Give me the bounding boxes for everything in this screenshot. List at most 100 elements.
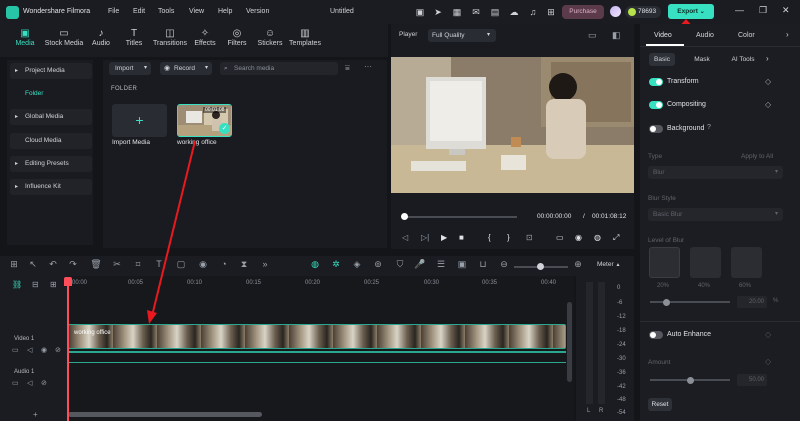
- reset-button[interactable]: Reset: [648, 398, 672, 411]
- tab-effects[interactable]: ✧ Effects: [192, 27, 218, 47]
- sidebar-item-editing-presets[interactable]: Editing Presets: [10, 156, 92, 172]
- shield-icon[interactable]: ⛉: [394, 259, 406, 270]
- blur-value-input[interactable]: 20.00: [737, 296, 767, 308]
- volume-icon[interactable]: ◍: [594, 233, 601, 242]
- tab-titles[interactable]: T Titles: [123, 27, 145, 47]
- add-track-icon[interactable]: ⊞: [50, 280, 57, 289]
- add-icon[interactable]: +: [33, 410, 38, 419]
- record-dropdown[interactable]: ◉ Record ▾: [160, 62, 212, 75]
- keyframe-diamond-icon[interactable]: ◇: [765, 357, 771, 366]
- avatar[interactable]: [610, 6, 621, 17]
- track-manager-icon[interactable]: ⊟: [32, 280, 39, 289]
- mark-in-icon[interactable]: {: [488, 233, 491, 242]
- help-icon[interactable]: ?: [707, 124, 711, 131]
- keyframe-diamond-icon[interactable]: ◇: [765, 330, 771, 339]
- chevron-right-icon[interactable]: ›: [766, 54, 769, 63]
- render-icon[interactable]: ◧: [612, 30, 621, 41]
- tab-audio[interactable]: ♪ Audio: [90, 27, 112, 47]
- stop-icon[interactable]: ■: [459, 233, 464, 242]
- redo-icon[interactable]: ↷: [67, 259, 79, 270]
- meter-dropdown[interactable]: Meter ▲: [597, 261, 620, 268]
- speed-icon[interactable]: ◔: [218, 259, 230, 269]
- type-dropdown[interactable]: Blur ▾: [648, 166, 783, 179]
- menu-edit[interactable]: Edit: [133, 8, 145, 15]
- subtab-mask[interactable]: Mask: [690, 53, 714, 66]
- transform-toggle[interactable]: [649, 78, 663, 86]
- audio-icon[interactable]: ◁: [27, 346, 32, 354]
- search-input[interactable]: ⌕ Search media: [220, 62, 338, 75]
- blur-level-20[interactable]: [649, 247, 680, 278]
- zoom-in-icon[interactable]: ⊕: [572, 259, 584, 270]
- zoom-slider-handle[interactable]: [537, 263, 544, 270]
- mail-icon[interactable]: ✉: [470, 6, 482, 18]
- auto-beat-icon[interactable]: ◈: [351, 259, 363, 270]
- cloud-icon[interactable]: ☁: [508, 6, 520, 18]
- amount-value-input[interactable]: 50.00: [737, 374, 767, 386]
- folder-icon[interactable]: ▭: [12, 379, 19, 387]
- subtab-ai-tools[interactable]: AI Tools: [726, 53, 760, 66]
- background-toggle[interactable]: [649, 125, 663, 133]
- snapshot-icon[interactable]: ▭: [588, 30, 597, 41]
- tab-filters[interactable]: ◎ Filters: [226, 27, 248, 47]
- snapshot-icon[interactable]: ▣: [456, 259, 468, 270]
- display-settings-icon[interactable]: ⊡: [526, 233, 533, 242]
- tab-color[interactable]: Color: [738, 32, 755, 39]
- undo-icon[interactable]: ↶: [47, 259, 59, 270]
- import-media-button[interactable]: +: [112, 104, 167, 137]
- ai-cutout-icon[interactable]: ✲: [330, 259, 342, 270]
- link-icon[interactable]: ⛓: [12, 280, 22, 289]
- more-options-icon[interactable]: ···: [364, 62, 372, 71]
- maximize-icon[interactable]: ❐: [759, 5, 767, 16]
- blur-slider-handle[interactable]: [662, 299, 670, 306]
- sidebar-item-project-media[interactable]: Project Media: [10, 63, 92, 79]
- step-back-icon[interactable]: ▷|: [421, 233, 429, 242]
- split-icon[interactable]: ✂: [111, 259, 123, 270]
- timeline-vertical-scrollbar[interactable]: [567, 302, 572, 382]
- menu-version[interactable]: Version: [246, 8, 269, 15]
- notification-icon[interactable]: ▣: [414, 6, 426, 18]
- scrubber-handle[interactable]: [401, 213, 408, 220]
- image-icon[interactable]: ▦: [451, 6, 463, 18]
- blur-level-60[interactable]: [731, 247, 762, 278]
- play-icon[interactable]: ▶: [441, 233, 447, 242]
- magnet-icon[interactable]: ⊔: [477, 259, 489, 270]
- menu-tools[interactable]: Tools: [158, 8, 174, 15]
- duration-icon[interactable]: ⧗: [238, 259, 250, 270]
- lock-icon[interactable]: ⊘: [55, 346, 61, 354]
- tab-video[interactable]: Video: [654, 32, 672, 39]
- headset-icon[interactable]: ♫: [527, 6, 539, 18]
- menu-file[interactable]: File: [108, 8, 119, 15]
- compositing-toggle[interactable]: [649, 101, 663, 109]
- fullscreen-icon[interactable]: ⤢: [613, 233, 619, 243]
- filter-icon[interactable]: ⩸: [345, 63, 350, 73]
- tab-stickers[interactable]: ☺ Stickers: [256, 27, 284, 47]
- blur-level-40[interactable]: [690, 247, 721, 278]
- audio-icon[interactable]: ◁: [27, 379, 32, 387]
- microphone-icon[interactable]: 🎤: [414, 259, 426, 270]
- layout-grid-icon[interactable]: ⊞: [8, 259, 20, 270]
- menu-view[interactable]: View: [189, 8, 204, 15]
- tab-stock-media[interactable]: ▭ Stock Media: [44, 27, 84, 47]
- ai-audio-icon[interactable]: ◍: [309, 259, 321, 270]
- monitor-icon[interactable]: ▭: [556, 233, 564, 242]
- export-button[interactable]: Export ⌄: [668, 4, 714, 19]
- import-dropdown[interactable]: Import ▾: [109, 62, 151, 75]
- sidebar-item-influence-kit[interactable]: Influence Kit: [10, 179, 92, 195]
- mark-out-icon[interactable]: }: [507, 233, 510, 242]
- layout-icon[interactable]: ▤: [489, 6, 501, 18]
- subtab-basic[interactable]: Basic: [649, 53, 675, 66]
- minimize-icon[interactable]: —: [735, 5, 744, 15]
- close-icon[interactable]: ✕: [782, 5, 790, 16]
- send-icon[interactable]: ➤: [432, 6, 444, 18]
- select-tool-icon[interactable]: ↖: [27, 259, 39, 270]
- sidebar-item-cloud-media[interactable]: Cloud Media: [10, 133, 92, 149]
- timeline-horizontal-scrollbar[interactable]: [68, 412, 262, 417]
- tab-transitions[interactable]: ◫ Transitions: [152, 27, 188, 47]
- keyframe-diamond-icon[interactable]: ◇: [765, 100, 771, 109]
- playhead[interactable]: [67, 278, 69, 421]
- grid-icon[interactable]: ⊞: [545, 6, 557, 18]
- apply-to-all-button[interactable]: Apply to All: [741, 153, 773, 160]
- folder-icon[interactable]: ▭: [12, 346, 19, 354]
- playback-scrubber[interactable]: [404, 216, 517, 218]
- camera-icon[interactable]: ◉: [575, 233, 582, 242]
